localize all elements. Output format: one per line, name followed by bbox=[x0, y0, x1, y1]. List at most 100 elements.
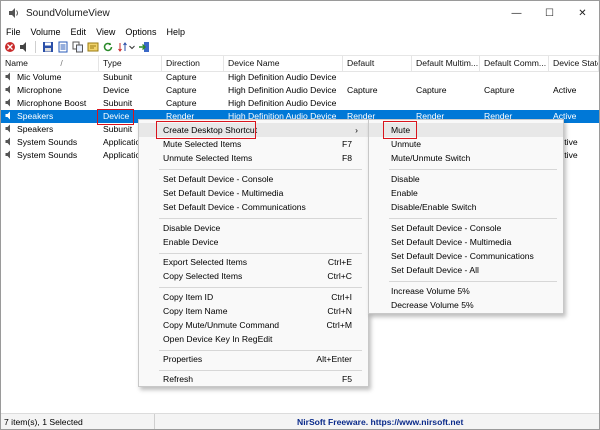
microphone-icon bbox=[5, 85, 14, 94]
close-button[interactable]: ✕ bbox=[566, 1, 599, 25]
menu-item-mute-selected[interactable]: Mute Selected Items F7 bbox=[139, 137, 368, 151]
menu-options[interactable]: Options bbox=[120, 27, 161, 37]
shortcut-key: Ctrl+M bbox=[326, 320, 352, 330]
sort-icon[interactable] bbox=[117, 41, 129, 53]
menu-item-set-default-multimedia[interactable]: Set Default Device - Multimedia bbox=[139, 186, 368, 200]
submenu-item-disable[interactable]: Disable bbox=[369, 172, 563, 186]
menu-item-copy-selected[interactable]: Copy Selected Items Ctrl+C bbox=[139, 269, 368, 283]
report-icon[interactable] bbox=[57, 41, 69, 53]
sort-indicator: / bbox=[60, 58, 63, 68]
menu-item-enable-device[interactable]: Enable Device bbox=[139, 235, 368, 249]
menu-item-disable-device[interactable]: Disable Device bbox=[139, 221, 368, 235]
exit-icon[interactable] bbox=[138, 41, 150, 53]
menu-item-set-default-communications[interactable]: Set Default Device - Communications bbox=[139, 200, 368, 214]
menu-file[interactable]: File bbox=[1, 27, 26, 37]
cell-name: Microphone Boost bbox=[17, 98, 87, 108]
submenu-item-mute[interactable]: Mute bbox=[369, 123, 563, 137]
menu-item-properties[interactable]: Properties Alt+Enter bbox=[139, 352, 368, 366]
menu-item-label: Set Default Device - Multimedia bbox=[391, 237, 512, 247]
column-header-device-name[interactable]: Device Name bbox=[224, 56, 343, 71]
nirsoft-link[interactable]: NirSoft Freeware. https://www.nirsoft.ne… bbox=[297, 417, 463, 427]
submenu-item-set-console[interactable]: Set Default Device - Console bbox=[369, 221, 563, 235]
cell-device-state bbox=[549, 97, 599, 110]
shortcut-key: Ctrl+E bbox=[327, 257, 352, 267]
menu-item-set-default-console[interactable]: Set Default Device - Console bbox=[139, 172, 368, 186]
menu-separator bbox=[159, 370, 362, 371]
submenu-item-disable-enable-switch[interactable]: Disable/Enable Switch bbox=[369, 200, 563, 214]
menu-item-unmute-selected[interactable]: Unmute Selected Items F8 bbox=[139, 151, 368, 165]
properties-icon[interactable] bbox=[87, 41, 99, 53]
menu-item-label: Disable bbox=[391, 174, 420, 184]
menu-item-create-desktop-shortcut[interactable]: Create Desktop Shortcut › bbox=[139, 123, 368, 137]
chevron-down-icon[interactable] bbox=[129, 41, 135, 53]
submenu-item-increase-volume[interactable]: Increase Volume 5% bbox=[369, 284, 563, 298]
table-row[interactable]: Microphone Boost Subunit Capture High De… bbox=[1, 97, 599, 110]
menu-item-open-regedit[interactable]: Open Device Key In RegEdit bbox=[139, 332, 368, 346]
column-header-name[interactable]: Name / bbox=[1, 56, 99, 71]
cell-default-multimedia bbox=[412, 97, 480, 110]
menu-separator bbox=[389, 281, 557, 282]
cell-device-name: High Definition Audio Device bbox=[228, 85, 337, 95]
toolbar-separator bbox=[35, 41, 36, 53]
mute-toggle-icon[interactable] bbox=[4, 41, 16, 53]
submenu-item-decrease-volume[interactable]: Decrease Volume 5% bbox=[369, 298, 563, 312]
menu-item-label: Copy Mute/Unmute Command bbox=[163, 320, 280, 330]
cell-default: Capture bbox=[347, 85, 378, 95]
cell-default bbox=[343, 71, 412, 84]
shortcut-key: F8 bbox=[341, 153, 352, 163]
save-icon[interactable] bbox=[42, 41, 54, 53]
menu-separator bbox=[159, 169, 362, 170]
speaker-icon bbox=[5, 111, 14, 120]
menu-item-label: Disable Device bbox=[163, 223, 221, 233]
shortcut-key: F5 bbox=[341, 374, 352, 384]
column-header-default-multimedia[interactable]: Default Multim... bbox=[412, 56, 480, 71]
menu-edit[interactable]: Edit bbox=[66, 27, 92, 37]
menu-separator bbox=[389, 169, 557, 170]
maximize-button[interactable]: ☐ bbox=[533, 1, 566, 25]
submenu-item-mute-unmute-switch[interactable]: Mute/Unmute Switch bbox=[369, 151, 563, 165]
menu-item-label: Unmute bbox=[391, 139, 422, 149]
submenu-item-enable[interactable]: Enable bbox=[369, 186, 563, 200]
submenu-item-set-all[interactable]: Set Default Device - All bbox=[369, 263, 563, 277]
refresh-icon[interactable] bbox=[102, 41, 114, 53]
submenu-item-set-multimedia[interactable]: Set Default Device - Multimedia bbox=[369, 235, 563, 249]
column-header-direction[interactable]: Direction bbox=[162, 56, 224, 71]
submenu-item-set-communications[interactable]: Set Default Device - Communications bbox=[369, 249, 563, 263]
column-header-default-communications[interactable]: Default Comm... bbox=[480, 56, 549, 71]
cell-direction: Capture bbox=[166, 72, 197, 82]
speaker-icon[interactable] bbox=[19, 41, 31, 53]
cell-device-state bbox=[549, 71, 599, 84]
menu-item-export-selected[interactable]: Export Selected Items Ctrl+E bbox=[139, 255, 368, 269]
menu-view[interactable]: View bbox=[91, 27, 120, 37]
menu-item-copy-mute-command[interactable]: Copy Mute/Unmute Command Ctrl+M bbox=[139, 318, 368, 332]
app-window: SoundVolumeView — ☐ ✕ File Volume Edit V… bbox=[0, 0, 600, 430]
menu-item-label: Unmute Selected Items bbox=[163, 153, 253, 163]
menu-item-refresh[interactable]: Refresh F5 bbox=[139, 372, 368, 386]
menu-bar: File Volume Edit View Options Help bbox=[1, 25, 599, 39]
column-header: Name / Type Direction Device Name Defaul… bbox=[1, 56, 599, 72]
copy-icon[interactable] bbox=[72, 41, 84, 53]
shortcut-key: Ctrl+I bbox=[331, 292, 352, 302]
menu-item-label: Disable/Enable Switch bbox=[391, 202, 477, 212]
cell-default-multimedia bbox=[412, 71, 480, 84]
menu-item-copy-item-id[interactable]: Copy Item ID Ctrl+I bbox=[139, 290, 368, 304]
cell-default-communications bbox=[480, 97, 549, 110]
menu-item-copy-item-name[interactable]: Copy Item Name Ctrl+N bbox=[139, 304, 368, 318]
column-label: Name bbox=[5, 58, 28, 68]
column-header-type[interactable]: Type bbox=[99, 56, 162, 71]
minimize-button[interactable]: — bbox=[500, 1, 533, 25]
menu-help[interactable]: Help bbox=[161, 27, 190, 37]
menu-item-label: Increase Volume 5% bbox=[391, 286, 470, 296]
speaker-icon bbox=[5, 150, 14, 159]
menu-volume[interactable]: Volume bbox=[26, 27, 66, 37]
table-row[interactable]: Microphone Device Capture High Definitio… bbox=[1, 84, 599, 97]
column-header-device-state[interactable]: Device State bbox=[549, 56, 599, 71]
submenu-item-unmute[interactable]: Unmute bbox=[369, 137, 563, 151]
menu-item-label: Enable bbox=[391, 188, 418, 198]
cell-default-multimedia: Capture bbox=[416, 85, 447, 95]
column-header-default[interactable]: Default bbox=[343, 56, 412, 71]
shortcut-key: F7 bbox=[341, 139, 352, 149]
speaker-icon bbox=[5, 124, 14, 133]
table-row[interactable]: Mic Volume Subunit Capture High Definiti… bbox=[1, 71, 599, 84]
shortcut-key: Ctrl+C bbox=[327, 271, 352, 281]
